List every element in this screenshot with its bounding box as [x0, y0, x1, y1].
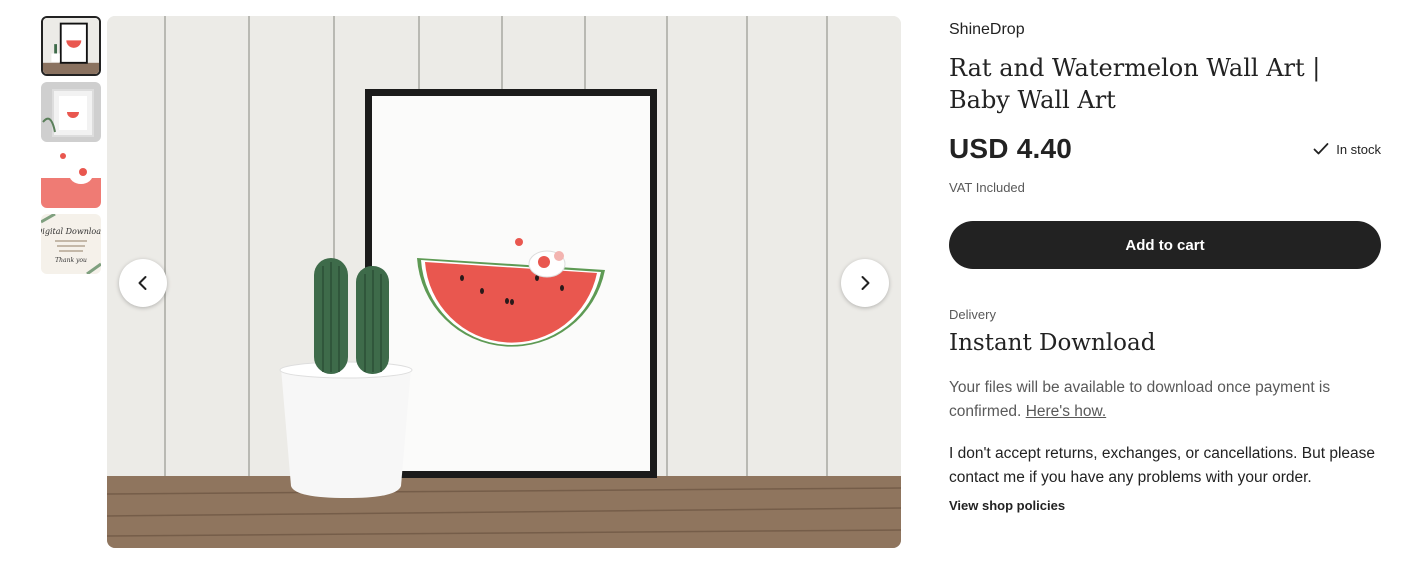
thumbnail-4[interactable]: Digital Download Thank you: [41, 214, 101, 274]
thumbnail-3-image: [41, 148, 101, 208]
delivery-title: Instant Download: [949, 330, 1156, 356]
thumbnail-4-image: Digital Download Thank you: [41, 214, 101, 274]
stock-status: In stock: [1313, 142, 1381, 157]
previous-image-button[interactable]: [119, 259, 167, 307]
thumbnail-3[interactable]: [41, 148, 101, 208]
thumbnail-card-sign: Thank you: [55, 257, 87, 264]
listing-title: Rat and Watermelon Wall Art | Baby Wall …: [949, 54, 1321, 114]
thumbnail-1-image: [43, 18, 99, 74]
download-info: Your files will be available to download…: [949, 376, 1381, 424]
heres-how-link[interactable]: Here's how.: [1026, 403, 1107, 420]
view-shop-policies-link[interactable]: View shop policies: [949, 498, 1381, 513]
checkmark-icon: [1313, 143, 1329, 155]
price: USD 4.40: [949, 133, 1072, 164]
vat-note: VAT Included: [949, 180, 1025, 195]
thumbnail-2[interactable]: [41, 82, 101, 142]
download-info-text: Your files will be available to download…: [949, 379, 1331, 420]
shop-name-link[interactable]: ShineDrop: [949, 20, 1381, 40]
delivery-label: Delivery: [949, 307, 996, 322]
product-scene-image: [107, 16, 901, 548]
chevron-right-icon: [861, 276, 870, 290]
thumbnail-1[interactable]: [41, 16, 101, 76]
price-row: USD 4.40 In stock: [949, 132, 1381, 166]
stock-status-label: In stock: [1336, 141, 1381, 157]
returns-policy-text: I don't accept returns, exchanges, or ca…: [949, 445, 1376, 486]
thumbnail-2-image: [41, 82, 101, 142]
main-product-image: [107, 16, 901, 548]
next-image-button[interactable]: [841, 259, 889, 307]
thumbnail-card-title: Digital Download: [41, 227, 101, 236]
thumbnail-list: Digital Download Thank you: [41, 16, 101, 280]
add-to-cart-button[interactable]: Add to cart: [949, 221, 1381, 269]
listing-panel: ShineDrop Rat and Watermelon Wall Art | …: [949, 20, 1381, 513]
chevron-left-icon: [138, 276, 147, 290]
